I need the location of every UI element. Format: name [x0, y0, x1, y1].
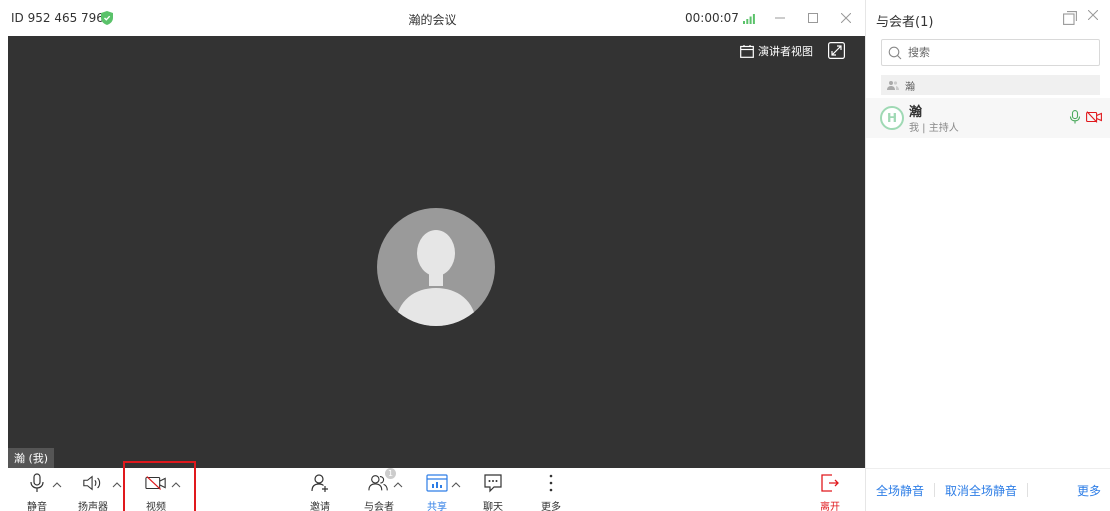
mute-all-button[interactable]: 全场静音 [866, 482, 934, 499]
maximize-icon [808, 13, 818, 23]
participants-badge: 1 [385, 468, 396, 479]
user-avatar-icon [377, 208, 495, 326]
footer-divider [1027, 483, 1029, 497]
share-button[interactable]: 共享 [414, 472, 460, 511]
group-name: 瀚 [905, 81, 915, 93]
participants-panel-footer: 全场静音 取消全场静音 更多 [866, 468, 1110, 511]
speaker-options-chevron-up-icon[interactable] [112, 482, 122, 488]
participants-panel-title: 与会者(1) [876, 15, 934, 30]
popout-icon[interactable] [1063, 11, 1077, 25]
share-options-chevron-up-icon[interactable] [451, 482, 461, 488]
maximize-button[interactable] [803, 8, 823, 28]
video-options-chevron-up-icon[interactable] [171, 482, 181, 488]
presenter-view-button[interactable]: 演讲者视图 [736, 41, 817, 61]
unmute-all-button[interactable]: 取消全场静音 [935, 482, 1027, 499]
participants-button[interactable]: 1 与会者 [356, 468, 402, 511]
meeting-id[interactable]: ID 952 465 796 [11, 11, 104, 25]
meeting-window: ID 952 465 796 瀚的会议 00:00:07 演讲者视图 瀚 (我)… [0, 0, 1110, 511]
search-input[interactable] [908, 46, 1078, 59]
participants-panel: 与会者(1) 瀚 H 瀚 我 | 主 [865, 0, 1110, 511]
signal-strength-icon[interactable] [743, 14, 755, 24]
presenter-view-icon [740, 44, 754, 58]
minimize-icon [775, 17, 785, 19]
add-user-icon [311, 474, 328, 492]
group-users-icon [887, 81, 899, 90]
participants-options-chevron-up-icon[interactable] [393, 482, 403, 488]
panel-more-button[interactable]: 更多 [1067, 482, 1110, 499]
invite-button[interactable]: 邀请 [297, 472, 343, 511]
mute-label: 静音 [27, 502, 47, 511]
participant-avatar: H [880, 106, 904, 130]
meeting-main-area: ID 952 465 796 瀚的会议 00:00:07 演讲者视图 瀚 (我)… [0, 0, 865, 511]
chat-button[interactable]: 聊天 [470, 472, 516, 511]
participant-search[interactable] [881, 39, 1100, 66]
video-off-icon[interactable] [1086, 111, 1102, 123]
leave-label: 离开 [820, 502, 840, 511]
search-icon [888, 46, 902, 59]
panel-close-button[interactable] [1087, 9, 1099, 24]
video-button[interactable]: 视频 [133, 472, 179, 511]
microphone-icon [30, 473, 44, 492]
meeting-toolbar: 静音 扬声器 视频 邀请 1 与会者 共享 聊天 更多 离开 [0, 461, 865, 511]
speaker-button[interactable]: 扬声器 [70, 472, 116, 511]
shield-icon[interactable] [101, 11, 113, 25]
fullscreen-icon[interactable] [828, 42, 845, 59]
meeting-timer: 00:00:07 [685, 11, 739, 25]
speaker-icon [83, 475, 101, 491]
self-video-label: 瀚 (我) [8, 448, 55, 468]
participant-role: 我 | 主持人 [909, 123, 959, 134]
more-button[interactable]: 更多 [528, 472, 574, 511]
leave-button[interactable]: 离开 [807, 472, 853, 511]
title-bar: ID 952 465 796 瀚的会议 00:00:07 [0, 0, 865, 36]
video-label: 视频 [146, 502, 166, 511]
chat-label: 聊天 [483, 502, 503, 511]
close-window-button[interactable] [836, 8, 856, 28]
minimize-button[interactable] [770, 8, 790, 28]
more-vertical-icon [549, 474, 553, 492]
chat-icon [484, 474, 502, 493]
video-off-icon [145, 476, 166, 490]
presenter-view-label: 演讲者视图 [758, 45, 813, 58]
more-label: 更多 [541, 502, 561, 511]
mute-options-chevron-up-icon[interactable] [52, 482, 62, 488]
speaker-label: 扬声器 [78, 502, 108, 511]
participants-label: 与会者 [364, 502, 394, 511]
leave-icon [821, 474, 839, 492]
participant-name: 瀚 [909, 105, 923, 120]
close-icon [841, 13, 851, 23]
share-screen-icon [426, 474, 448, 492]
mute-button[interactable]: 静音 [14, 472, 60, 511]
microphone-icon[interactable] [1069, 110, 1081, 124]
video-area: 演讲者视图 瀚 (我) [8, 36, 865, 468]
share-label: 共享 [427, 502, 447, 511]
participant-group-header[interactable]: 瀚 [881, 75, 1100, 95]
close-icon [1087, 9, 1099, 21]
participant-row[interactable]: H 瀚 我 | 主持人 [866, 98, 1110, 138]
invite-label: 邀请 [310, 502, 330, 511]
